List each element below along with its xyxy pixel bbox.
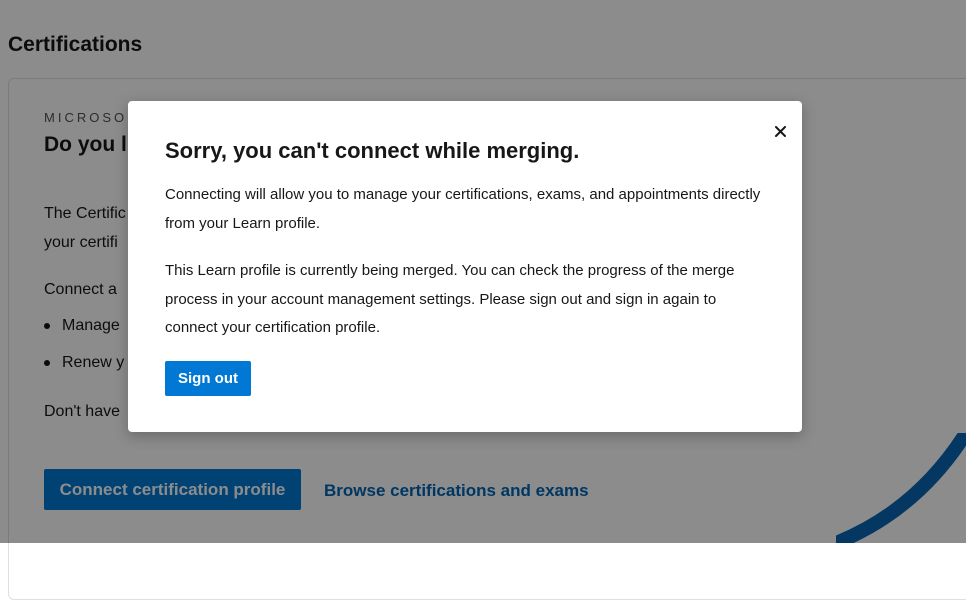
dialog-paragraph: Connecting will allow you to manage your… [165,186,761,232]
dialog-title: Sorry, you can't connect while merging. [165,138,580,163]
merge-dialog: Sorry, you can't connect while merging. … [128,101,802,432]
sign-out-button[interactable]: Sign out [165,361,251,396]
close-icon [774,125,786,137]
dialog-paragraph: This Learn profile is currently being me… [165,262,735,336]
close-button[interactable] [770,121,790,141]
